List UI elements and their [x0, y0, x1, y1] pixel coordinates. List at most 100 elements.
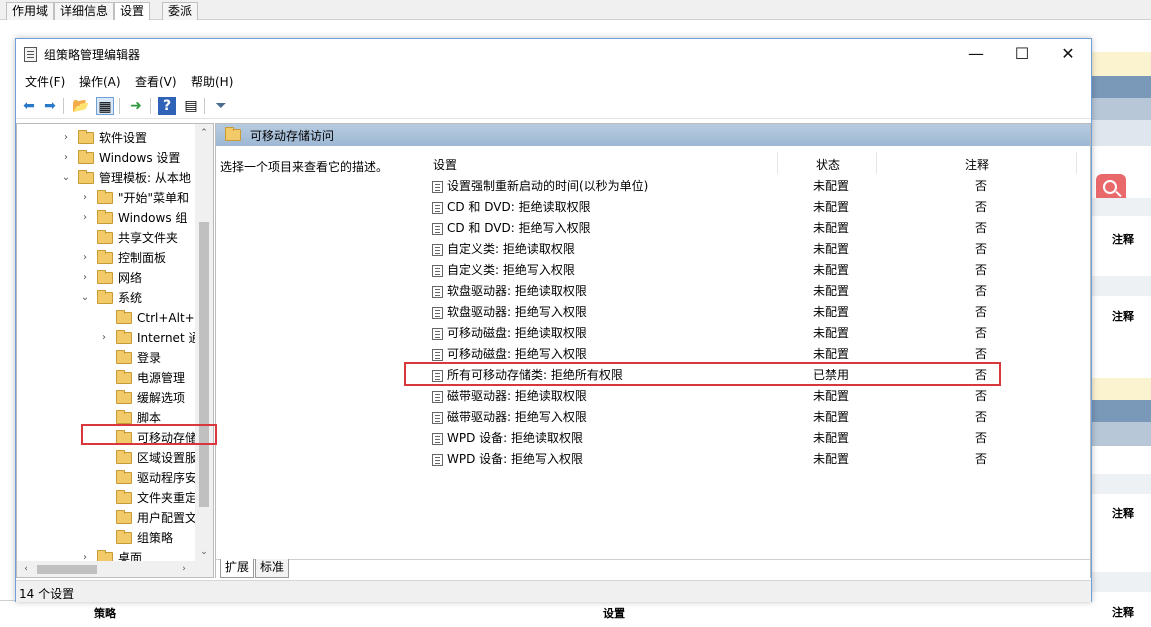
scroll-thumb[interactable]	[199, 222, 209, 507]
chevron-right-icon[interactable]: ›	[80, 268, 90, 288]
chevron-right-icon[interactable]: ›	[61, 148, 71, 168]
setting-name: 自定义类: 拒绝读取权限	[447, 242, 575, 256]
tree-item-label: 软件设置	[99, 131, 148, 145]
bg-tab-details[interactable]: 详细信息	[54, 2, 115, 20]
up-folder-icon[interactable]: 📂	[72, 97, 90, 115]
menu-action[interactable]: 操作(A)	[79, 73, 121, 90]
scroll-up-icon[interactable]: ⌃	[195, 124, 213, 142]
tree-item[interactable]: 共享文件夹	[17, 228, 195, 248]
tree-horizontal-scrollbar[interactable]: ‹ ›	[17, 561, 213, 577]
tree-item[interactable]: › Internet 通	[17, 328, 195, 348]
policy-setting-icon	[432, 223, 443, 235]
setting-name: CD 和 DVD: 拒绝读取权限	[447, 200, 591, 214]
export-icon[interactable]: ➜	[127, 97, 145, 115]
chevron-right-icon[interactable]: ›	[80, 188, 90, 208]
tree-item[interactable]: 用户配置文	[17, 508, 195, 528]
folder-icon	[78, 170, 94, 184]
tree-item[interactable]: 组策略	[17, 528, 195, 548]
column-divider[interactable]	[876, 152, 877, 174]
bg-band	[1092, 120, 1151, 146]
column-note[interactable]: 注释	[965, 156, 989, 173]
toolbar-separator	[204, 98, 205, 114]
toolbar: ⬅ ➡ 📂 ▦ ➜ ? ▤ ⏷	[16, 93, 1091, 119]
setting-name: 磁带驱动器: 拒绝读取权限	[447, 389, 587, 403]
folder-icon	[225, 127, 241, 141]
table-row[interactable]: 磁带驱动器: 拒绝读取权限 未配置 否	[426, 386, 1006, 407]
bg-tab-settings[interactable]: 设置	[114, 2, 151, 20]
back-arrow-icon[interactable]: ⬅	[20, 97, 38, 115]
bg-note-label: 注释	[1112, 233, 1134, 246]
tree-item[interactable]: › 网络	[17, 268, 195, 288]
column-divider[interactable]	[1076, 152, 1077, 174]
chevron-right-icon[interactable]: ›	[80, 248, 90, 268]
setting-note: 否	[975, 326, 988, 340]
column-divider[interactable]	[777, 152, 778, 174]
table-row[interactable]: CD 和 DVD: 拒绝读取权限 未配置 否	[426, 197, 1006, 218]
bg-tab-scope[interactable]: 作用域	[6, 2, 55, 20]
tree-item[interactable]: ⌄ 系统	[17, 288, 195, 308]
folder-icon	[116, 350, 132, 364]
folder-icon	[116, 450, 132, 464]
setting-note: 否	[975, 200, 988, 214]
tree-item[interactable]: › 软件设置	[17, 128, 195, 148]
table-row[interactable]: WPD 设备: 拒绝写入权限 未配置 否	[426, 449, 1006, 470]
table-row[interactable]: 自定义类: 拒绝读取权限 未配置 否	[426, 239, 1006, 260]
table-row[interactable]: CD 和 DVD: 拒绝写入权限 未配置 否	[426, 218, 1006, 239]
menu-view[interactable]: 查看(V)	[135, 73, 177, 90]
tree-item[interactable]: 区域设置服	[17, 448, 195, 468]
tab-extended[interactable]: 扩展	[220, 559, 255, 578]
scroll-left-icon[interactable]: ‹	[17, 561, 35, 577]
table-row[interactable]: 软盘驱动器: 拒绝写入权限 未配置 否	[426, 302, 1006, 323]
column-state[interactable]: 状态	[816, 156, 840, 173]
tree-item[interactable]: › "开始"菜单和	[17, 188, 195, 208]
scroll-down-icon[interactable]: ⌄	[195, 543, 213, 561]
tree-item[interactable]: 缓解选项	[17, 388, 195, 408]
folder-icon	[97, 270, 113, 284]
forward-arrow-icon[interactable]: ➡	[41, 97, 59, 115]
table-row[interactable]: 自定义类: 拒绝写入权限 未配置 否	[426, 260, 1006, 281]
properties-icon[interactable]: ▤	[182, 97, 200, 115]
show-hide-tree-icon[interactable]: ▦	[96, 97, 114, 115]
tree-item-label: 控制面板	[118, 251, 167, 265]
tree-item-label: 用户配置文	[137, 511, 195, 525]
tree-item[interactable]: › 控制面板	[17, 248, 195, 268]
table-row[interactable]: 软盘驱动器: 拒绝读取权限 未配置 否	[426, 281, 1006, 302]
column-header: 设置 状态 注释	[426, 152, 1090, 174]
chevron-down-icon[interactable]: ⌄	[61, 168, 71, 188]
menu-help[interactable]: 帮助(H)	[191, 73, 233, 90]
setting-note: 否	[975, 263, 988, 277]
help-icon[interactable]: ?	[158, 97, 176, 115]
tree-item[interactable]: › Windows 设置	[17, 148, 195, 168]
column-setting[interactable]: 设置	[433, 156, 457, 173]
tree-pane: › 软件设置 › Windows 设置 ⌄ 管理模板: 从本地 › "开始"菜单和 › Windo…	[16, 123, 214, 578]
scroll-right-icon[interactable]: ›	[175, 561, 193, 577]
close-button[interactable]: ✕	[1045, 39, 1091, 69]
chevron-right-icon[interactable]: ›	[99, 328, 109, 348]
table-row[interactable]: WPD 设备: 拒绝读取权限 未配置 否	[426, 428, 1006, 449]
table-row[interactable]: 设置强制重新启动的时间(以秒为单位) 未配置 否	[426, 176, 1006, 197]
tab-standard[interactable]: 标准	[255, 559, 290, 578]
tree-item[interactable]: Ctrl+Alt+	[17, 308, 195, 328]
chevron-right-icon[interactable]: ›	[61, 128, 71, 148]
title-bar[interactable]: 组策略管理编辑器 — ☐ ✕	[16, 39, 1091, 69]
table-row[interactable]: 磁带驱动器: 拒绝写入权限 未配置 否	[426, 407, 1006, 428]
filter-icon[interactable]: ⏷	[212, 97, 230, 115]
scroll-thumb[interactable]	[37, 565, 97, 574]
menu-file[interactable]: 文件(F)	[25, 73, 65, 90]
setting-name: 软盘驱动器: 拒绝写入权限	[447, 305, 587, 319]
tree-item[interactable]: 登录	[17, 348, 195, 368]
tree-item[interactable]: › Windows 组	[17, 208, 195, 228]
maximize-button[interactable]: ☐	[999, 39, 1045, 69]
setting-note: 否	[975, 452, 988, 466]
tree-item[interactable]: 驱动程序安	[17, 468, 195, 488]
tree-vertical-scrollbar[interactable]: ⌃ ⌄	[195, 124, 213, 561]
table-row[interactable]: 可移动磁盘: 拒绝读取权限 未配置 否	[426, 323, 1006, 344]
minimize-button[interactable]: —	[953, 39, 999, 69]
bg-tab-delegation[interactable]: 委派	[162, 2, 199, 20]
chevron-down-icon[interactable]: ⌄	[80, 288, 90, 308]
chevron-right-icon[interactable]: ›	[80, 208, 90, 228]
tree-item-label: 登录	[137, 351, 162, 365]
tree-item[interactable]: ⌄ 管理模板: 从本地	[17, 168, 195, 188]
tree-item[interactable]: 电源管理	[17, 368, 195, 388]
tree-item[interactable]: 文件夹重定	[17, 488, 195, 508]
